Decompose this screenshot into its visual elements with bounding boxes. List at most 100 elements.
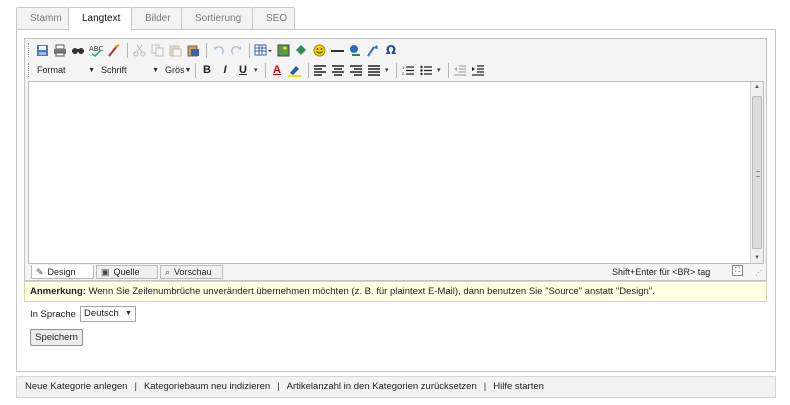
footer-link-help[interactable]: Hilfe starten	[493, 377, 544, 397]
highlight-icon[interactable]	[287, 62, 303, 78]
spellcheck-icon[interactable]: ABC	[88, 42, 104, 58]
align-center-icon[interactable]	[330, 62, 346, 78]
mode-source-tab[interactable]: ▣ Quelle	[96, 265, 158, 279]
toolbar-separator	[206, 42, 207, 58]
align-dropdown[interactable]: ▾	[384, 63, 393, 78]
editor-note: Anmerkung: Wenn Sie Zeilenumbrüche unver…	[24, 281, 767, 302]
tab-bar: Stamm Langtext Bilder Sortierung SEO	[16, 7, 295, 31]
more-format-dropdown[interactable]: ▾	[253, 63, 262, 78]
chevron-down-icon: ▼	[125, 310, 132, 317]
align-right-icon[interactable]	[348, 62, 364, 78]
footer-link-reindex[interactable]: Kategoriebaum neu indizieren	[144, 377, 270, 397]
undo-icon[interactable]	[210, 42, 226, 58]
scrollbar-thumb[interactable]	[752, 96, 762, 249]
redo-icon[interactable]	[228, 42, 244, 58]
paste-word-icon[interactable]	[185, 42, 201, 58]
footer-separator: |	[483, 381, 487, 392]
note-label: Anmerkung:	[30, 286, 86, 297]
rich-text-editor: ABC Ω Format ▼ Schrift ▼ Grös ▼ B I U ▾ …	[24, 38, 767, 281]
svg-text:2: 2	[402, 71, 405, 76]
scroll-down-arrow[interactable]: ▼	[751, 255, 763, 261]
language-row: In Sprache Deutsch ▼	[30, 306, 136, 322]
toolbar-separator	[448, 62, 449, 78]
language-select-value: Deutsch	[83, 308, 119, 319]
resize-handle-icon[interactable]: ⋰	[755, 269, 764, 278]
underline-button[interactable]: U	[235, 62, 251, 78]
font-select[interactable]: Schrift ▼	[98, 63, 162, 78]
align-left-icon[interactable]	[312, 62, 328, 78]
toolbar-separator	[195, 62, 196, 78]
find-icon[interactable]	[70, 42, 86, 58]
chevron-down-icon: ▾	[437, 66, 441, 74]
size-select[interactable]: Grös ▼	[162, 63, 192, 78]
image-icon[interactable]	[275, 42, 291, 58]
editor-mode-bar: ✎ Design ▣ Quelle ⌕ Vorschau Shift+Enter fü…	[28, 265, 764, 280]
outdent-icon[interactable]	[452, 62, 468, 78]
toolbar-handle[interactable]	[28, 63, 32, 77]
mode-design-tab[interactable]: ✎ Design	[31, 265, 94, 279]
save-icon[interactable]	[34, 42, 50, 58]
font-color-button[interactable]: A	[269, 62, 285, 78]
tab-bilder[interactable]: Bilder	[131, 7, 182, 30]
svg-text:ABC: ABC	[89, 45, 103, 53]
chevron-down-icon: ▾	[385, 66, 389, 74]
chevron-down-icon: ▼	[152, 66, 159, 74]
chevron-down-icon: ▾	[254, 66, 258, 74]
table-icon[interactable]	[253, 42, 273, 58]
toolbar-separator	[127, 42, 128, 58]
ordered-list-icon[interactable]: 12	[400, 62, 416, 78]
preview-icon: ⌕	[165, 267, 171, 277]
copy-icon[interactable]	[149, 42, 165, 58]
source-code-icon: ▣	[101, 267, 110, 277]
chevron-down-icon: ▼	[88, 66, 95, 74]
footer-separator: |	[277, 381, 280, 392]
paste-text-icon[interactable]	[167, 42, 183, 58]
format-select-label: Format	[37, 64, 66, 75]
footer-link-new-category[interactable]: Neue Kategorie anlegen	[25, 377, 127, 397]
tab-langtext[interactable]: Langtext	[68, 7, 132, 31]
shift-enter-hint: Shift+Enter für <BR> tag	[612, 267, 711, 277]
fullscreen-icon[interactable]: ⛶	[732, 265, 743, 276]
tab-stamm[interactable]: Stamm	[16, 7, 69, 30]
unordered-list-icon[interactable]	[418, 62, 434, 78]
toolbar-row-2: Format ▼ Schrift ▼ Grös ▼ B I U ▾ A ▾ 12 ▾	[28, 61, 488, 79]
unlink-icon[interactable]	[365, 42, 381, 58]
horizontal-rule-icon[interactable]	[329, 42, 345, 58]
tab-sortierung[interactable]: Sortierung	[181, 7, 253, 30]
chevron-down-icon: ▼	[184, 66, 192, 74]
save-button[interactable]: Speichern	[30, 329, 83, 346]
font-select-label: Schrift	[101, 64, 127, 75]
special-char-icon[interactable]: Ω	[383, 42, 399, 58]
format-select[interactable]: Format ▼	[34, 63, 98, 78]
size-select-label: Grös	[165, 64, 185, 75]
indent-icon[interactable]	[470, 62, 486, 78]
print-icon[interactable]	[52, 42, 68, 58]
language-select[interactable]: Deutsch ▼	[79, 306, 136, 322]
toolbar-separator	[265, 62, 266, 78]
clean-icon[interactable]	[106, 42, 122, 58]
mode-source-label: Quelle	[113, 267, 140, 277]
note-text: Wenn Sie Zeilenumbrüche unverändert über…	[88, 286, 655, 297]
footer-links: Neue Kategorie anlegen | Kategoriebaum n…	[16, 376, 776, 398]
toolbar-separator	[249, 42, 250, 58]
bold-button[interactable]: B	[199, 62, 215, 78]
mode-preview-tab[interactable]: ⌕ Vorschau	[160, 265, 223, 279]
link-icon[interactable]	[347, 42, 363, 58]
tab-panel: ABC Ω Format ▼ Schrift ▼ Grös ▼ B I U ▾ …	[16, 29, 776, 372]
mode-preview-label: Vorschau	[174, 267, 212, 277]
cut-icon[interactable]	[131, 42, 147, 58]
smiley-icon[interactable]	[311, 42, 327, 58]
editor-content-area[interactable]: ▲ ▼	[28, 81, 764, 264]
anchor-icon[interactable]	[293, 42, 309, 58]
footer-link-reset-count[interactable]: Artikelanzahl in den Kategorien zurückse…	[287, 377, 477, 397]
scrollbar-grip	[756, 171, 760, 177]
pencil-icon: ✎	[36, 266, 44, 277]
italic-button[interactable]: I	[217, 62, 233, 78]
toolbar-row-1: ABC Ω	[28, 41, 401, 59]
vertical-scrollbar[interactable]: ▲ ▼	[750, 82, 763, 263]
justify-icon[interactable]	[366, 62, 382, 78]
scroll-up-arrow[interactable]: ▲	[751, 84, 763, 90]
list-dropdown[interactable]: ▾	[436, 63, 445, 78]
tab-seo[interactable]: SEO	[252, 7, 295, 30]
toolbar-handle[interactable]	[28, 43, 32, 57]
